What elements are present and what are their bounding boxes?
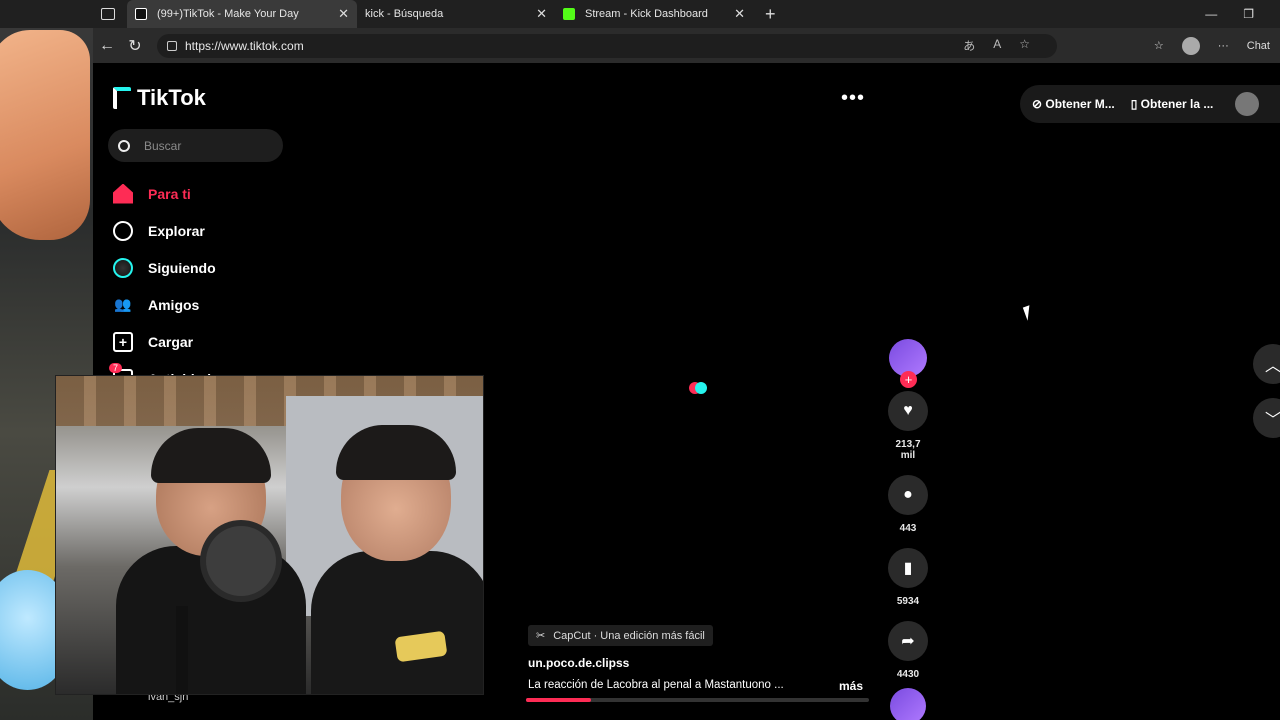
- sidebar-item-label: Para ti: [148, 185, 191, 202]
- save-count: 5934: [896, 596, 920, 607]
- like-action: ♥ 213,7 mil: [888, 391, 928, 461]
- comment-icon[interactable]: ●: [888, 475, 928, 515]
- window-controls: — ❐: [1205, 0, 1280, 28]
- capcut-label: CapCut · Una edición más fácil: [553, 629, 705, 642]
- video-progress-bar[interactable]: [526, 698, 869, 702]
- share-count: 4430: [896, 669, 920, 680]
- follow-plus-icon[interactable]: +: [900, 371, 917, 388]
- tab-kick-dashboard[interactable]: Stream - Kick Dashboard ✕: [555, 0, 753, 28]
- close-icon[interactable]: ✕: [536, 6, 547, 22]
- share-icon[interactable]: ➦: [888, 621, 928, 661]
- heart-icon[interactable]: ♥: [888, 391, 928, 431]
- loading-spinner: [689, 382, 709, 394]
- browser-tab-bar: (99+)TikTok - Make Your Day ✕ kick - Bús…: [0, 0, 1280, 76]
- creator-avatar[interactable]: +: [889, 339, 927, 388]
- tab-label: Stream - Kick Dashboard: [585, 8, 708, 20]
- get-app-button-1[interactable]: ⊘ Obtener M...: [1032, 97, 1115, 111]
- video-navigation: ︿ ﹀: [1253, 344, 1280, 452]
- close-icon[interactable]: ✕: [338, 6, 349, 22]
- favorites-icon[interactable]: ☆: [1154, 39, 1164, 52]
- tab-label: kick - Búsqueda: [365, 8, 444, 20]
- share-action: ➦ 4430: [888, 621, 928, 680]
- search-input[interactable]: Buscar: [108, 129, 283, 162]
- more-icon[interactable]: •••: [841, 87, 865, 110]
- tab-tiktok[interactable]: (99+)TikTok - Make Your Day ✕: [127, 0, 357, 28]
- sidebar-item-label: Cargar: [148, 333, 194, 350]
- address-bar: ← ↻ https://www.tiktok.com あ A ☆ ☆ ··· C…: [93, 28, 1280, 63]
- kick-icon: [563, 8, 575, 20]
- url-field[interactable]: https://www.tiktok.com: [157, 33, 1057, 58]
- tiktok-logo[interactable]: TikTok: [113, 85, 206, 111]
- bookmark-icon[interactable]: ▮: [888, 548, 928, 588]
- webcam-overlay: [55, 375, 484, 695]
- chevron-down-icon[interactable]: ﹀: [1253, 398, 1280, 438]
- toolbar-right: ☆ ··· Chat: [1154, 36, 1270, 55]
- restore-button[interactable]: ❐: [1243, 7, 1254, 21]
- logo-text: TikTok: [137, 85, 206, 110]
- comment-action: ● 443: [888, 475, 928, 534]
- user-avatar[interactable]: [1235, 92, 1260, 116]
- chat-button[interactable]: Chat: [1247, 40, 1270, 52]
- like-count: 213,7 mil: [895, 439, 921, 461]
- read-aloud-icon[interactable]: A: [993, 37, 1001, 54]
- favorite-star-icon[interactable]: ☆: [1019, 37, 1030, 54]
- capcut-tag[interactable]: ✂ CapCut · Una edición más fácil: [528, 625, 713, 646]
- loader-dot-cyan: [695, 382, 707, 394]
- get-app-bar: ⊘ Obtener M... ▯ Obtener la ...: [1020, 85, 1280, 123]
- home-icon: [113, 183, 133, 204]
- video-username[interactable]: un.poco.de.clipss: [528, 656, 868, 670]
- sidebar-nav: Para ti Explorar Siguiendo 👥 Amigos + Ca…: [113, 175, 216, 397]
- comment-count: 443: [899, 523, 917, 534]
- site-info-icon[interactable]: [167, 40, 177, 51]
- sidebar-item-explorar[interactable]: Explorar: [113, 212, 216, 249]
- more-options-icon[interactable]: ···: [1218, 40, 1229, 52]
- description-text: La reacción de Lacobra al penal a Mastan…: [528, 679, 784, 691]
- url-text: https://www.tiktok.com: [185, 38, 304, 53]
- sidebar-item-cargar[interactable]: + Cargar: [113, 323, 216, 360]
- back-icon[interactable]: ←: [93, 37, 121, 55]
- minimize-button[interactable]: —: [1205, 7, 1217, 21]
- profile-avatar[interactable]: [1181, 36, 1200, 55]
- search-icon: [118, 139, 130, 152]
- tab-kick-search[interactable]: kick - Búsqueda ✕: [357, 0, 555, 76]
- following-avatar-icon: [113, 257, 133, 278]
- translate-icon[interactable]: あ: [963, 37, 975, 54]
- sidebar-item-label: Explorar: [148, 222, 205, 239]
- sidebar-item-para-ti[interactable]: Para ti: [113, 175, 216, 212]
- sidebar-item-amigos[interactable]: 👥 Amigos: [113, 286, 216, 323]
- close-icon[interactable]: ✕: [734, 6, 745, 22]
- save-action: ▮ 5934: [888, 548, 928, 607]
- activity-badge: 7: [109, 363, 123, 373]
- video-description: La reacción de Lacobra al penal a Mastan…: [528, 679, 868, 693]
- fist-illustration: [0, 30, 90, 240]
- tab-actions-icon[interactable]: [101, 8, 115, 20]
- mouse-cursor-icon: [1022, 305, 1035, 321]
- capcut-icon: ✂: [536, 630, 546, 642]
- reload-icon[interactable]: ↻: [121, 36, 149, 56]
- tiktok-icon: [135, 8, 147, 20]
- upload-icon: +: [113, 331, 133, 352]
- sidebar-item-label: Siguiendo: [148, 259, 216, 276]
- more-link[interactable]: más: [839, 679, 863, 693]
- sidebar-item-siguiendo[interactable]: Siguiendo: [113, 249, 216, 286]
- compass-icon: [113, 220, 133, 241]
- url-actions: あ A ☆: [963, 37, 1030, 54]
- new-tab-button[interactable]: +: [765, 4, 776, 25]
- microphone: [206, 526, 276, 596]
- sound-avatar[interactable]: [890, 688, 926, 720]
- chevron-up-icon[interactable]: ︿: [1253, 344, 1280, 384]
- friends-icon: 👥: [114, 296, 132, 312]
- video-actions: + ♥ 213,7 mil ● 443 ▮ 5934 ➦ 4430: [888, 339, 928, 720]
- screen: (99+)TikTok - Make Your Day ✕ kick - Bús…: [0, 0, 1280, 720]
- microphone-stand: [176, 606, 188, 694]
- progress-fill: [526, 698, 592, 702]
- get-app-button-2[interactable]: ▯ Obtener la ...: [1131, 97, 1214, 111]
- tab-label: (99+)TikTok - Make Your Day: [157, 8, 299, 20]
- sidebar-item-label: Amigos: [148, 296, 200, 313]
- search-placeholder: Buscar: [144, 138, 182, 153]
- video-caption: ✂ CapCut · Una edición más fácil un.poco…: [528, 625, 868, 693]
- tiktok-note-icon: [113, 87, 131, 109]
